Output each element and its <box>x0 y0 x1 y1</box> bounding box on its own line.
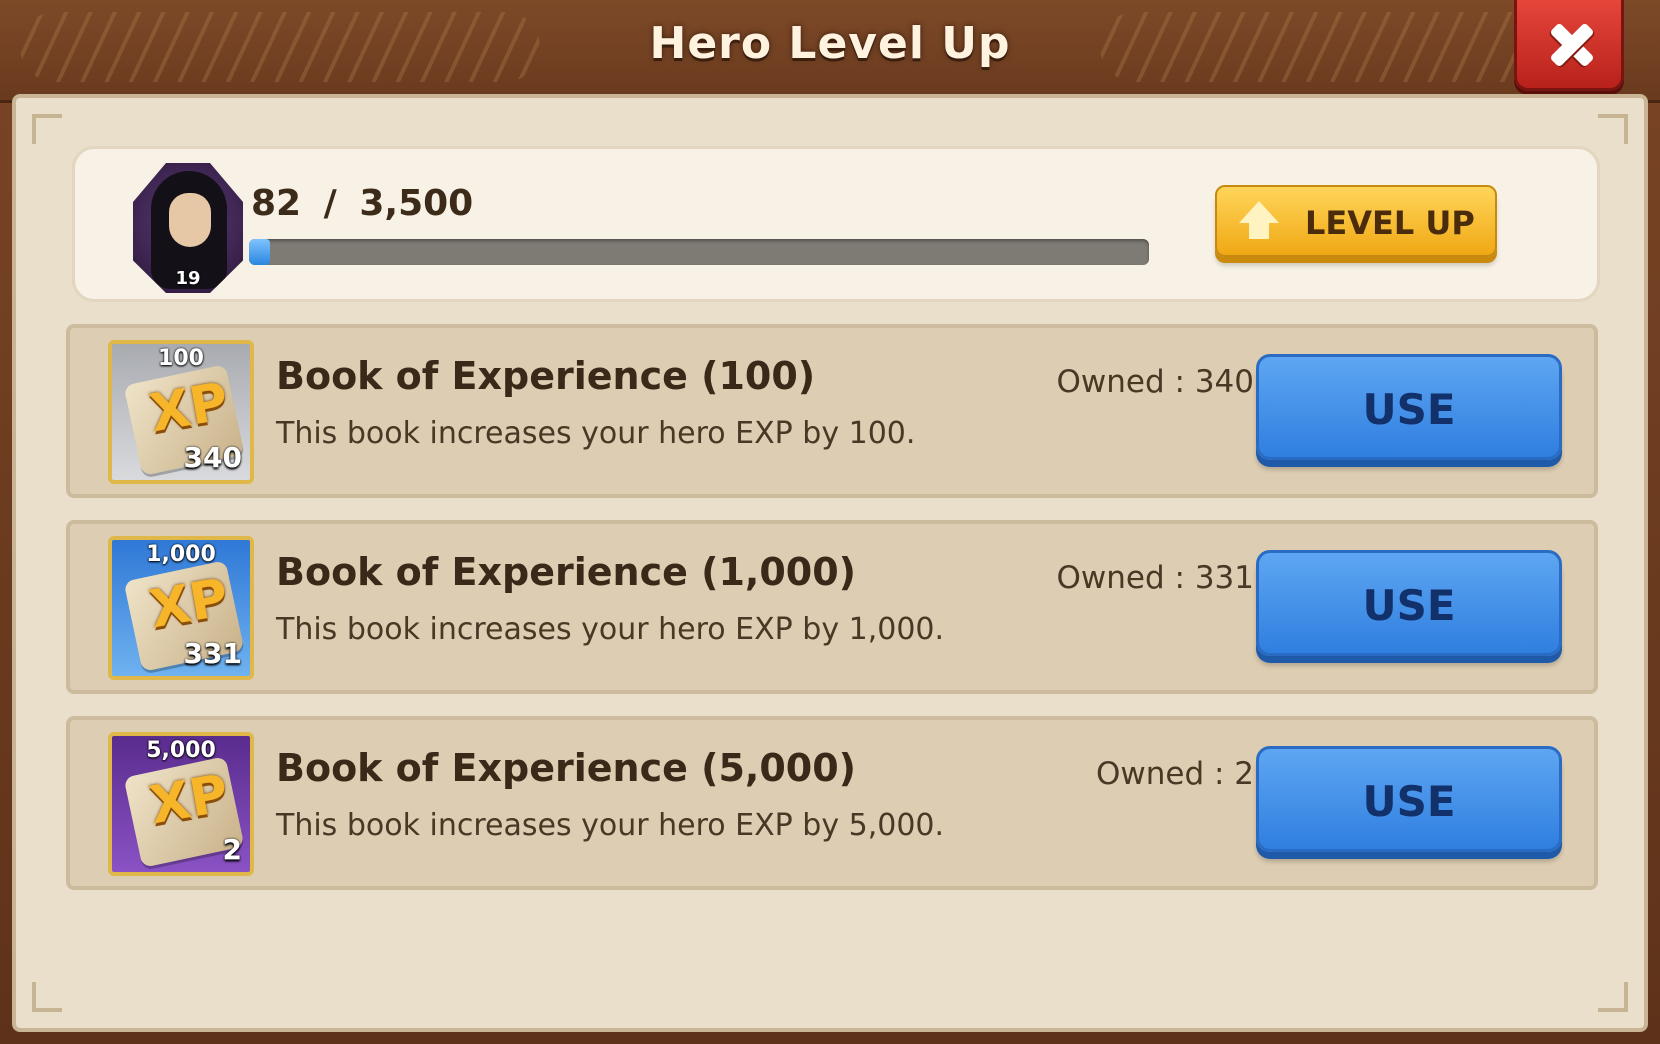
item-name: Book of Experience (1,000) <box>276 550 857 594</box>
exp-book-100-icon[interactable]: XP 100 340 <box>108 340 254 484</box>
hero-portrait-face <box>169 193 211 247</box>
exp-readout: 82 / 3,500 <box>251 183 473 224</box>
item-description: This book increases your hero EXP by 100… <box>276 416 916 451</box>
level-up-label: LEVEL UP <box>1305 204 1475 242</box>
item-name: Book of Experience (100) <box>276 354 816 398</box>
close-icon <box>1517 0 1621 88</box>
exp-max: 3,500 <box>359 183 474 224</box>
exp-book-1000-icon[interactable]: XP 1,000 331 <box>108 536 254 680</box>
icon-count-label: 2 <box>222 833 242 866</box>
item-owned-count: Owned : 331 <box>1056 560 1254 596</box>
arrow-up-icon <box>1237 201 1281 241</box>
corner-ornament <box>1598 114 1628 144</box>
icon-value-label: 5,000 <box>146 738 216 763</box>
item-row-exp-book-100: XP 100 340 Book of Experience (100) This… <box>66 324 1598 498</box>
dialog-panel: 19 82 / 3,500 LEVEL UP XP 100 340 Book o… <box>12 94 1648 1032</box>
hero-level-badge: 19 <box>175 268 201 289</box>
level-up-button[interactable]: LEVEL UP <box>1215 185 1497 257</box>
item-owned-count: Owned : 340 <box>1056 364 1254 400</box>
use-button-exp-book-100[interactable]: USE <box>1256 354 1562 460</box>
use-button-label: USE <box>1362 777 1456 826</box>
corner-ornament <box>32 982 62 1012</box>
dialog-frame: Hero Level Up 19 82 / 3,500 LEVEL UP XP … <box>0 0 1660 1044</box>
item-owned-count: Owned : 2 <box>1095 756 1254 792</box>
icon-value-label: 1,000 <box>146 542 216 567</box>
use-button-exp-book-5000[interactable]: USE <box>1256 746 1562 852</box>
exp-progress-fill <box>249 239 270 265</box>
corner-ornament <box>1598 982 1628 1012</box>
use-button-exp-book-1000[interactable]: USE <box>1256 550 1562 656</box>
icon-count-label: 331 <box>183 637 242 670</box>
exp-current: 82 <box>251 183 302 224</box>
hero-summary-card: 19 82 / 3,500 LEVEL UP <box>72 146 1600 302</box>
dialog-title: Hero Level Up <box>649 18 1011 69</box>
icon-value-label: 100 <box>158 346 204 371</box>
use-button-label: USE <box>1362 385 1456 434</box>
exp-book-5000-icon[interactable]: XP 5,000 2 <box>108 732 254 876</box>
corner-ornament <box>32 114 62 144</box>
hero-avatar[interactable]: 19 <box>133 163 243 293</box>
item-row-exp-book-5000: XP 5,000 2 Book of Experience (5,000) Th… <box>66 716 1598 890</box>
icon-count-label: 340 <box>183 441 242 474</box>
item-description: This book increases your hero EXP by 1,0… <box>276 612 945 647</box>
use-button-label: USE <box>1362 581 1456 630</box>
dialog-header: Hero Level Up <box>0 0 1660 103</box>
exp-progress-bar <box>249 239 1149 265</box>
exp-separator: / <box>323 183 337 224</box>
item-description: This book increases your hero EXP by 5,0… <box>276 808 945 843</box>
close-button[interactable] <box>1514 0 1624 91</box>
item-name: Book of Experience (5,000) <box>276 746 857 790</box>
item-row-exp-book-1000: XP 1,000 331 Book of Experience (1,000) … <box>66 520 1598 694</box>
